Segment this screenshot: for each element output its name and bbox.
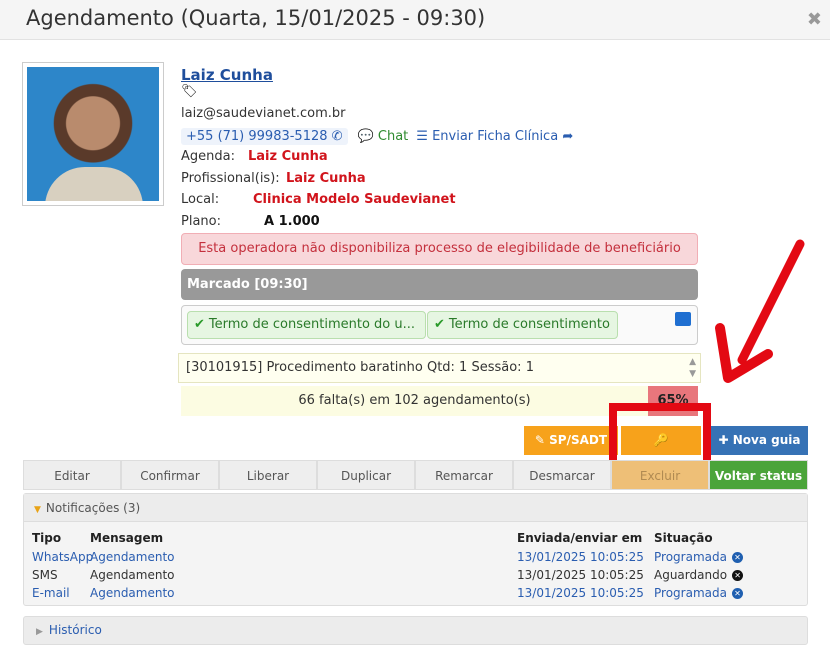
sp-sadt-button[interactable]: ✎ SP/SADT: [524, 426, 618, 455]
row-situacao: Aguardando ✕: [654, 568, 744, 582]
consent-term-2[interactable]: ✔ Termo de consentimento: [427, 311, 618, 339]
chat-icon: 💬: [357, 128, 374, 144]
history-title: Histórico: [48, 623, 102, 637]
share-icon[interactable]: [675, 312, 691, 326]
plan-value: A 1.000: [264, 214, 320, 229]
professional-row: Profissional(is): Laiz Cunha: [181, 171, 366, 186]
phone-number: +55 (71) 99983-5128: [186, 128, 328, 144]
agenda-label: Agenda:: [181, 149, 235, 164]
phone-link[interactable]: +55 (71) 99983-5128 ✆: [181, 127, 348, 145]
cancel-icon[interactable]: ✕: [731, 588, 743, 599]
caret-right-icon: ▶: [36, 627, 43, 637]
check-icon: ✔: [434, 317, 445, 332]
location-label: Local:: [181, 192, 220, 207]
history-panel-header[interactable]: ▶ Histórico: [23, 616, 808, 645]
list-icon: ☰: [416, 128, 428, 144]
share-icon: ➦: [562, 128, 574, 144]
patient-name-link[interactable]: Laiz Cunha: [181, 66, 273, 84]
row-mensagem: Agendamento: [90, 568, 175, 582]
column-header-tipo: Tipo: [32, 531, 62, 545]
professional-label: Profissional(is):: [181, 171, 280, 186]
cancel-icon[interactable]: ✕: [731, 552, 743, 563]
notifications-panel: ▼ Notificações (3) Tipo Mensagem Enviada/…: [23, 493, 808, 606]
row-mensagem[interactable]: Agendamento: [90, 550, 175, 564]
notifications-title: Notificações (3): [45, 501, 141, 515]
location-value: Clinica Modelo Saudevianet: [253, 192, 456, 207]
key-button[interactable]: 🔑: [621, 426, 701, 455]
close-icon[interactable]: ✖: [807, 9, 822, 30]
column-header-situacao: Situação: [654, 531, 713, 545]
eligibility-alert: Esta operadora não disponibiliza process…: [181, 233, 698, 265]
new-guide-label: Nova guia: [732, 433, 801, 447]
send-form-link[interactable]: ☰ Enviar Ficha Clínica ➦: [416, 129, 573, 144]
row-situacao-text: Programada: [654, 586, 727, 600]
dialog-title: Agendamento (Quarta, 15/01/2025 - 09:30): [26, 6, 486, 30]
consent-box: ✔ Termo de consentimento do u... ✔ Termo d…: [181, 305, 698, 345]
patient-photo: [22, 62, 164, 206]
professional-value: Laiz Cunha: [286, 171, 366, 186]
row-tipo[interactable]: E-mail: [32, 586, 70, 600]
agenda-row: Agenda: Laiz Cunha: [181, 149, 328, 164]
edit-icon: ✎: [534, 433, 550, 447]
patient-email: laiz@saudevianet.com.br: [181, 106, 346, 121]
confirm-button[interactable]: Confirmar: [121, 460, 219, 490]
procedure-box: [30101915] Procedimento baratinho Qtd: 1…: [178, 353, 701, 383]
dialog-header: Agendamento (Quarta, 15/01/2025 - 09:30)…: [0, 0, 830, 40]
caret-down-icon: ▼: [34, 505, 41, 515]
plus-icon: ✚: [718, 433, 733, 447]
cancel-icon[interactable]: ✕: [732, 570, 744, 581]
appointment-dialog: Agendamento (Quarta, 15/01/2025 - 09:30)…: [0, 0, 830, 661]
absence-bar: 66 falta(s) em 102 agendamento(s) 65%: [181, 386, 698, 416]
delete-button[interactable]: Excluir: [611, 460, 709, 490]
row-tipo: SMS: [32, 568, 58, 582]
edit-button[interactable]: Editar: [23, 460, 121, 490]
reschedule-button[interactable]: Remarcar: [415, 460, 513, 490]
location-row: Local: Clinica Modelo Saudevianet: [181, 192, 456, 207]
row-situacao-text: Programada: [654, 550, 727, 564]
plan-label: Plano:: [181, 214, 221, 229]
consent-term-1[interactable]: ✔ Termo de consentimento do u...: [187, 311, 426, 339]
row-data: 13/01/2025 10:05:25: [517, 586, 644, 600]
contact-row: +55 (71) 99983-5128 ✆ 💬 Chat ☰ Enviar Fi…: [181, 126, 573, 146]
row-tipo[interactable]: WhatsApp: [32, 550, 93, 564]
sp-sadt-label: SP/SADT: [549, 433, 608, 447]
row-mensagem[interactable]: Agendamento: [90, 586, 175, 600]
consent-term-1-label: Termo de consentimento do u...: [208, 317, 416, 332]
key-icon: 🔑: [653, 433, 669, 447]
whatsapp-icon: ✆: [331, 128, 343, 144]
send-form-label: Enviar Ficha Clínica: [432, 128, 559, 144]
new-guide-button[interactable]: ✚ Nova guia: [711, 426, 808, 455]
scroll-arrows[interactable]: ▲ ▼: [689, 356, 696, 380]
row-data: 13/01/2025 10:05:25: [517, 550, 644, 564]
agenda-value: Laiz Cunha: [248, 149, 328, 164]
column-header-mensagem: Mensagem: [90, 531, 164, 545]
release-button[interactable]: Liberar: [219, 460, 317, 490]
status-bar: Marcado [09:30]: [181, 269, 698, 300]
row-situacao: Programada ✕: [654, 586, 743, 600]
absence-percent-badge: 65%: [648, 386, 698, 416]
annotation-arrow-icon: [715, 239, 805, 383]
chat-label: Chat: [377, 128, 409, 144]
consent-term-2-label: Termo de consentimento: [448, 317, 610, 332]
row-situacao-text: Aguardando: [654, 568, 728, 582]
revert-status-button[interactable]: Voltar status: [709, 460, 808, 490]
absence-text: 66 falta(s) em 102 agendamento(s): [298, 393, 531, 408]
action-bar: Editar Confirmar Liberar Duplicar Remarc…: [23, 460, 808, 490]
chat-link[interactable]: 💬 Chat: [358, 129, 409, 144]
unschedule-button[interactable]: Desmarcar: [513, 460, 611, 490]
avatar: [27, 67, 159, 201]
tags-icon[interactable]: 🏷: [181, 84, 198, 99]
notifications-header[interactable]: ▼ Notificações (3): [24, 494, 807, 522]
duplicate-button[interactable]: Duplicar: [317, 460, 415, 490]
column-header-enviada: Enviada/enviar em: [517, 531, 643, 545]
procedure-text: [30101915] Procedimento baratinho Qtd: 1…: [186, 360, 534, 375]
plan-row: Plano: A 1.000: [181, 214, 320, 229]
check-icon: ✔: [194, 317, 205, 332]
row-situacao: Programada ✕: [654, 550, 743, 564]
row-data: 13/01/2025 10:05:25: [517, 568, 644, 582]
